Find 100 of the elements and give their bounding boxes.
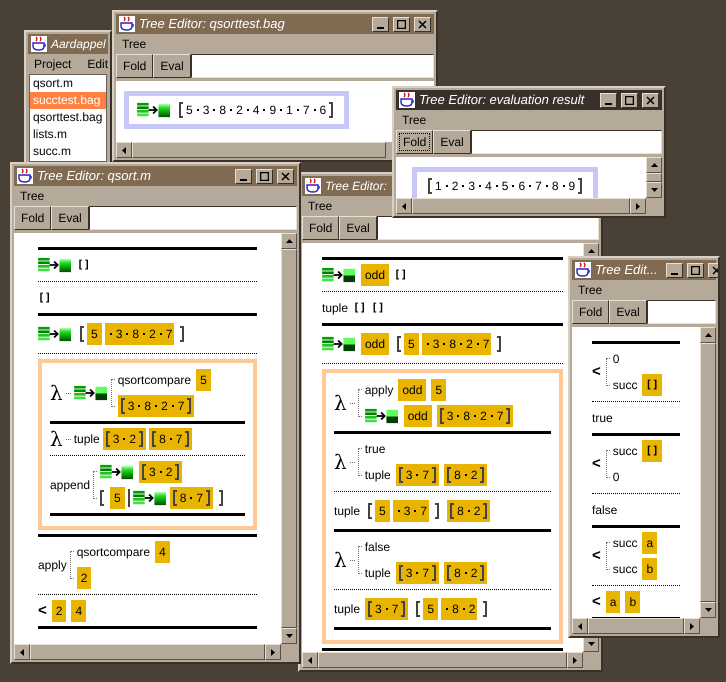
menu-item[interactable]: Tree [122, 35, 146, 53]
cup-icon [31, 36, 47, 52]
maximize-icon [397, 20, 406, 28]
maximize-icon [690, 266, 700, 274]
bracket-icon [142, 464, 146, 480]
toolbar-button[interactable]: Eval [153, 54, 191, 78]
cons-symbol: < [592, 594, 601, 610]
list-item: 3 [446, 409, 454, 423]
toolbar-button[interactable]: Fold [396, 130, 434, 154]
menu-item[interactable]: Tree [20, 187, 44, 205]
minimize-button[interactable] [372, 16, 389, 32]
term-label: tuple [364, 565, 391, 581]
toolbar-button[interactable]: Eval [609, 300, 647, 324]
tree-connector [358, 546, 362, 574]
scroll-left-button[interactable] [14, 644, 30, 660]
scrollbar-thumb[interactable] [30, 644, 265, 660]
command-input[interactable] [646, 300, 716, 324]
toolbar-button[interactable]: Eval [51, 206, 89, 230]
arrow-left-icon [20, 648, 24, 656]
toolbar-button[interactable]: Eval [433, 130, 471, 154]
scroll-right-button[interactable] [684, 618, 700, 634]
minimize-button[interactable] [235, 168, 252, 184]
scroll-left-button[interactable] [396, 198, 412, 214]
list-item: 7 [482, 337, 490, 351]
scrollbar-thumb[interactable] [700, 343, 716, 602]
list-item: 3 [406, 566, 412, 580]
list-item: 4 [252, 103, 260, 117]
scrollbar-thumb[interactable] [412, 198, 630, 214]
bracket-icon [179, 102, 183, 118]
cons-symbol: < [592, 456, 601, 472]
maximize-button[interactable] [256, 168, 273, 184]
maximize-button[interactable] [686, 262, 704, 278]
list-item: 2 [470, 566, 478, 580]
toolbar-button[interactable]: Fold [302, 216, 340, 240]
scroll-down-button[interactable] [646, 182, 662, 198]
term-label: true [592, 410, 613, 426]
close-button[interactable] [277, 168, 294, 184]
toolbar-button[interactable]: Eval [339, 216, 377, 240]
file-item[interactable]: qsort.m [30, 75, 106, 92]
list-item: 6 [320, 103, 326, 117]
menu-item[interactable]: Edit [87, 55, 108, 73]
menu-item[interactable]: Tree [402, 111, 426, 129]
scrollbar-thumb[interactable] [588, 618, 684, 634]
bracket-icon [120, 398, 125, 414]
scroll-right-button[interactable] [567, 652, 583, 668]
scrollbar-thumb[interactable] [646, 173, 662, 182]
minimize-icon [240, 178, 247, 180]
maximize-button[interactable] [621, 92, 638, 108]
scroll-down-button[interactable] [281, 628, 297, 644]
command-input[interactable] [470, 130, 662, 154]
bracket-icon [397, 336, 402, 352]
minimize-button[interactable] [600, 92, 617, 108]
term-label: tuple [334, 601, 360, 617]
close-button[interactable] [642, 92, 659, 108]
file-item[interactable]: qsorttest.bag [30, 109, 106, 126]
bracket-icon [480, 565, 484, 581]
toolbar-button[interactable]: Fold [116, 54, 154, 78]
menu-item[interactable]: Tree [308, 197, 332, 215]
scroll-down-button[interactable] [700, 602, 716, 618]
maximize-button[interactable] [393, 16, 410, 32]
command-input[interactable] [190, 54, 434, 78]
menu-item[interactable]: Project [34, 55, 72, 73]
list-item: 8 [454, 468, 461, 482]
toolbar-button[interactable]: Fold [572, 300, 610, 324]
command-input[interactable] [88, 206, 297, 230]
scrollbar-thumb[interactable] [281, 249, 297, 628]
minimize-button[interactable] [666, 262, 683, 278]
arrow-right-icon [690, 622, 694, 630]
empty-list-symbol: [] [353, 301, 366, 315]
scroll-right-button[interactable] [265, 644, 281, 660]
highlighted-term: a [606, 591, 620, 613]
scroll-left-button[interactable] [572, 618, 588, 634]
tree-connector [358, 389, 362, 417]
file-item[interactable]: lists.m [30, 126, 106, 143]
menu-item[interactable]: Tree [578, 281, 602, 299]
term-label: append [50, 477, 90, 493]
window-title: Tree Editor: [325, 178, 387, 195]
scroll-right-button[interactable] [630, 198, 646, 214]
highlighted-term: 5 [423, 598, 438, 620]
scroll-up-button[interactable] [700, 327, 716, 343]
scroll-left-button[interactable] [302, 652, 318, 668]
scrollbar-thumb[interactable] [318, 652, 567, 668]
scroll-left-button[interactable] [116, 142, 132, 158]
bracket-icon [368, 601, 372, 617]
arrow-up-icon [650, 163, 658, 167]
scroll-up-button[interactable] [281, 233, 297, 249]
scrollbar-thumb[interactable] [132, 142, 386, 158]
toolbar-button[interactable]: Fold [14, 206, 52, 230]
close-button[interactable] [414, 16, 431, 32]
scroll-up-button[interactable] [646, 157, 662, 173]
command-input[interactable] [376, 216, 599, 240]
arrow-down-icon [286, 634, 292, 638]
highlighted-term: a [642, 532, 658, 554]
bracket-icon [447, 467, 452, 483]
file-item[interactable]: succ.m [30, 143, 106, 160]
tree-connector [606, 542, 610, 570]
window-title: Tree Editor: evaluation result [419, 91, 584, 110]
list-item: 7 [178, 399, 184, 413]
list-item: 2 [236, 103, 243, 117]
term-label: qsortcompare [76, 544, 150, 560]
